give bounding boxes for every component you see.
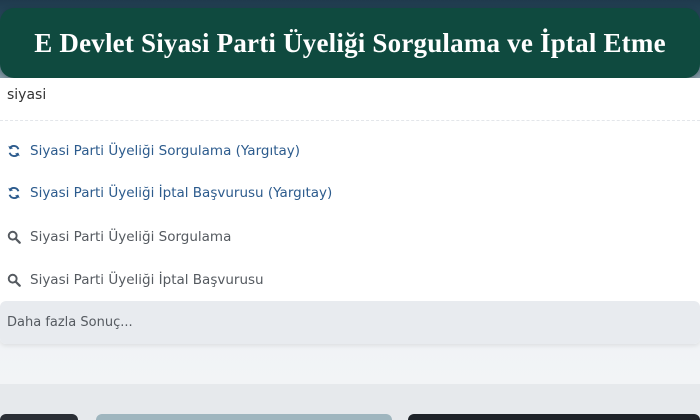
result-item-label: Siyasi Parti Üyeliği İptal Başvurusu (Ya…: [30, 185, 333, 201]
refresh-icon: [7, 186, 21, 200]
card-thumbnail[interactable]: [0, 414, 78, 420]
card-thumbnail[interactable]: [96, 414, 392, 420]
search-row: [0, 78, 700, 121]
result-item-sorgulama-yargitay[interactable]: Siyasi Parti Üyeliği Sorgulama (Yargıtay…: [0, 131, 700, 171]
result-item-label: Siyasi Parti Üyeliği Sorgulama (Yargıtay…: [30, 143, 301, 159]
result-item-label: Siyasi Parti Üyeliği İptal Başvurusu: [30, 272, 264, 288]
search-icon: [7, 230, 21, 244]
result-item-iptal[interactable]: Siyasi Parti Üyeliği İptal Başvurusu: [0, 260, 700, 300]
more-results-button[interactable]: Daha fazla Sonuç...: [0, 301, 700, 344]
page-title: E Devlet Siyasi Parti Üyeliği Sorgulama …: [34, 27, 666, 58]
result-item-sorgulama[interactable]: Siyasi Parti Üyeliği Sorgulama: [0, 217, 700, 257]
search-input[interactable]: [7, 82, 687, 108]
card-thumbnail[interactable]: [408, 414, 700, 420]
title-banner: E Devlet Siyasi Parti Üyeliği Sorgulama …: [0, 8, 700, 78]
refresh-icon: [7, 144, 21, 158]
search-dropdown: Siyasi Parti Üyeliği Sorgulama (Yargıtay…: [0, 78, 700, 344]
more-results-label: Daha fazla Sonuç...: [7, 315, 133, 330]
result-item-label: Siyasi Parti Üyeliği Sorgulama: [30, 229, 232, 245]
search-icon: [7, 273, 21, 287]
result-item-iptal-yargitay[interactable]: Siyasi Parti Üyeliği İptal Başvurusu (Ya…: [0, 173, 700, 213]
